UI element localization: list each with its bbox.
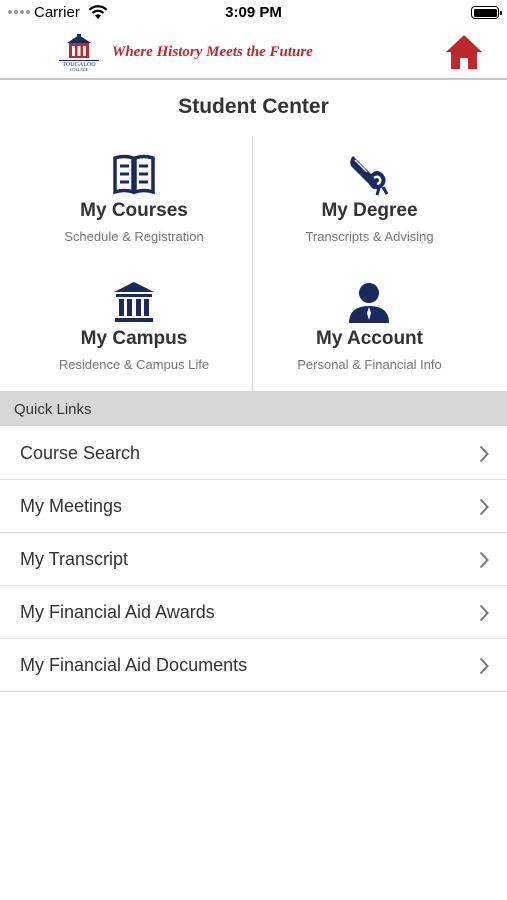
tile-title: My Courses <box>80 200 188 221</box>
tile-grid: My Courses Schedule & Registration My De… <box>0 136 507 391</box>
quick-link-label: My Financial Aid Awards <box>20 602 215 622</box>
page-title: Student Center <box>178 95 329 118</box>
quick-link-my-meetings[interactable]: My Meetings <box>0 480 507 533</box>
quick-link-financial-aid-awards[interactable]: My Financial Aid Awards <box>0 586 507 639</box>
person-icon <box>349 283 389 323</box>
tile-my-degree[interactable]: My Degree Transcripts & Advising <box>243 136 496 263</box>
building-icon <box>114 282 154 322</box>
tile-title: My Degree <box>321 200 418 221</box>
status-time: 3:09 PM <box>225 4 282 21</box>
quick-link-label: Course Search <box>20 443 141 463</box>
tile-my-campus[interactable]: My Campus Residence & Campus Life <box>8 264 260 391</box>
quick-link-financial-aid-documents[interactable]: My Financial Aid Documents <box>0 639 507 692</box>
tile-title: My Account <box>316 328 423 349</box>
app-header: TOUGALOO COLLEGE Where History Meets the… <box>0 26 507 80</box>
quick-link-course-search[interactable]: Course Search <box>0 427 507 480</box>
chevron-right-icon <box>479 445 489 463</box>
tile-title: My Campus <box>80 328 188 349</box>
quick-links-header: Quick Links <box>0 391 507 426</box>
tile-subtitle: Residence & Campus Life <box>58 357 210 372</box>
tagline: Where History Meets the Future <box>112 44 313 60</box>
quick-link-label: My Financial Aid Documents <box>20 655 248 675</box>
quick-link-label: My Meetings <box>20 496 123 516</box>
quick-links-list: Course Search My Meetings My Transcript … <box>0 427 507 692</box>
tile-subtitle: Transcripts & Advising <box>305 229 434 244</box>
home-icon[interactable] <box>444 33 484 71</box>
tile-my-courses[interactable]: My Courses Schedule & Registration <box>8 136 260 263</box>
chevron-right-icon <box>479 657 489 675</box>
book-icon <box>113 154 155 195</box>
quick-link-label: My Transcript <box>20 549 129 569</box>
battery-icon <box>471 6 502 19</box>
diploma-icon <box>350 156 389 196</box>
svg-text:COLLEGE: COLLEGE <box>70 67 89 72</box>
quick-links-title: Quick Links <box>14 401 92 418</box>
chevron-right-icon <box>479 604 489 622</box>
chevron-right-icon <box>479 551 489 569</box>
status-bar: Carrier 3:09 PM <box>0 0 507 26</box>
tile-subtitle: Schedule & Registration <box>64 229 204 244</box>
tile-subtitle: Personal & Financial Info <box>297 357 442 372</box>
quick-link-my-transcript[interactable]: My Transcript <box>0 533 507 586</box>
college-logo: TOUGALOO COLLEGE <box>59 34 99 72</box>
tile-my-account[interactable]: My Account Personal & Financial Info <box>243 264 496 391</box>
chevron-right-icon <box>479 498 489 516</box>
